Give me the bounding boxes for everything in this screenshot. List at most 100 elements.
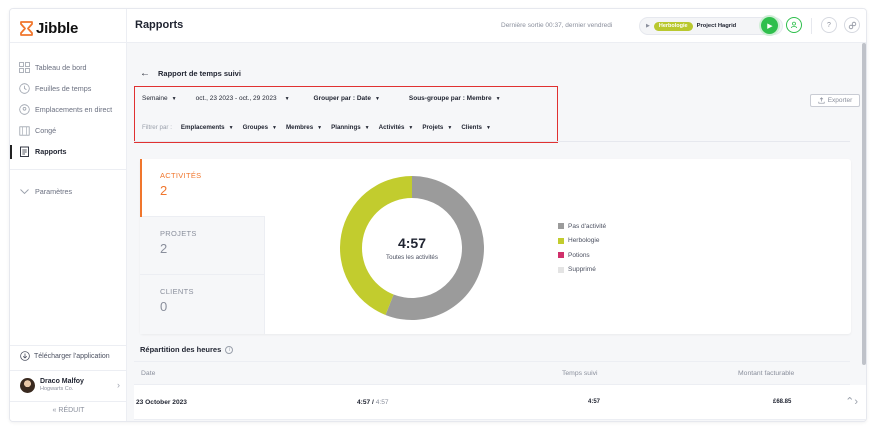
breakdown-title: Répartition des heures i — [140, 345, 234, 354]
sidebar-divider — [10, 345, 126, 346]
scrollbar[interactable] — [862, 43, 866, 365]
filter-name: Activités — [378, 124, 405, 131]
filter-groups[interactable]: Groupes ▼ — [243, 124, 277, 131]
filter-schedules[interactable]: Plannings ▼ — [331, 124, 370, 131]
legend-label: Supprimé — [568, 266, 596, 274]
sidebar-item-timesheets[interactable]: Feuilles de temps — [10, 78, 127, 98]
stat-clients[interactable]: CLIENTS 0 — [140, 275, 265, 334]
person-icon — [790, 21, 798, 29]
clock-in-member-button[interactable] — [786, 17, 802, 33]
user-org: Hogwarts Co. — [40, 386, 74, 392]
column-header-tracked: Temps suivi — [562, 370, 598, 377]
legend-label: Herbologie — [568, 237, 600, 245]
expand-row-icon[interactable]: ⌃› — [845, 395, 858, 408]
period-type-dropdown[interactable]: Semaine ▼ — [142, 95, 177, 102]
filter-members[interactable]: Membres ▼ — [286, 124, 322, 131]
sidebar-item-reports[interactable]: Rapports — [10, 142, 127, 162]
sidebar-item-leave[interactable]: Congé — [10, 121, 127, 141]
sidebar-item-label: Tableau de bord — [35, 62, 87, 72]
report-header: ← Rapport de temps suivi — [140, 68, 241, 78]
row-tracked: 4:57 — [357, 399, 371, 406]
sidebar-item-live-locations[interactable]: Emplacements en direct — [10, 99, 127, 119]
sidebar-divider — [10, 401, 126, 402]
sidebar-divider — [10, 42, 126, 43]
sidebar-item-settings[interactable]: Paramètres — [10, 181, 127, 201]
download-app-button[interactable]: Télécharger l'application — [20, 349, 110, 363]
filter-activities[interactable]: Activités ▼ — [379, 124, 414, 131]
sidebar-item-label: Congé — [35, 126, 57, 136]
top-header: Rapports Dernière sortie 00:37, dernier … — [127, 9, 866, 43]
caret-down-icon: ▼ — [171, 95, 177, 102]
caret-down-icon: ▼ — [317, 124, 323, 131]
legend-swatch — [558, 223, 564, 230]
last-clock-out-text: Dernière sortie 00:37, dernier vendredi — [501, 22, 613, 29]
row-date: 23 October 2023 — [136, 399, 187, 406]
play-small-icon: ▶ — [646, 23, 650, 29]
grouping-row: Semaine ▼ oct., 23 2023 - oct., 29 2023 ▼ … — [142, 95, 501, 102]
play-icon: ▶ — [767, 22, 773, 30]
row-tracked-time: 4:57 — [588, 399, 601, 405]
caret-down-icon: ▼ — [408, 124, 414, 131]
user-info: Draco Malfoy Hogwarts Co. — [40, 377, 84, 393]
filter-label: Filtrer par : — [142, 124, 172, 131]
project-name: Project Hagrid — [696, 23, 737, 29]
stat-projects[interactable]: PROJETS 2 — [140, 217, 265, 275]
sidebar-item-dashboard[interactable]: Tableau de bord — [10, 57, 127, 77]
question-icon: ? — [827, 21, 831, 29]
brand-logo[interactable]: Jibble — [20, 18, 78, 38]
legend-label: Pas d'activité — [568, 222, 607, 230]
caret-down-icon: ▼ — [364, 124, 370, 131]
integrations-button[interactable] — [844, 17, 860, 33]
download-app-label: Télécharger l'application — [34, 352, 110, 360]
sidebar-item-label: Emplacements en direct — [35, 104, 113, 114]
export-label: Exporter — [827, 97, 853, 104]
stat-label: CLIENTS — [160, 287, 194, 296]
donut-total-time: 4:57 — [397, 235, 427, 251]
back-arrow-icon[interactable]: ← — [140, 68, 150, 78]
filter-projects[interactable]: Projets ▼ — [422, 124, 452, 131]
donut-center: 4:57 Toutes les activités — [338, 174, 486, 322]
column-header-billable: Montant facturable — [738, 370, 795, 377]
column-header-date: Date — [141, 370, 156, 377]
legend-swatch — [558, 237, 564, 244]
avatar — [20, 377, 35, 393]
download-icon — [20, 351, 30, 361]
sidebar-item-label: Rapports — [35, 147, 67, 157]
subgroup-by-value: Sous-groupe par : Membre — [408, 95, 492, 102]
sidebar-divider — [10, 370, 126, 371]
location-pin-icon — [19, 104, 30, 115]
caret-down-icon: ▼ — [228, 124, 234, 131]
sidebar-nav: Tableau de bord Feuilles de temps Emplac… — [10, 57, 127, 163]
user-name: Draco Malfoy — [40, 378, 84, 385]
stat-value: 2 — [160, 241, 168, 256]
collapse-sidebar-button[interactable]: « RÉDUIT — [10, 405, 127, 417]
filter-locations[interactable]: Emplacements ▼ — [181, 124, 234, 131]
filter-name: Plannings — [331, 124, 361, 131]
export-button[interactable]: Exporter — [810, 94, 860, 107]
stat-activities[interactable]: ACTIVITÉS 2 — [140, 159, 265, 217]
start-timer-button[interactable]: ▶ — [761, 17, 778, 34]
table-header: Date Temps suivi Montant facturable — [134, 361, 850, 385]
info-icon[interactable]: i — [225, 345, 234, 354]
user-profile[interactable]: Draco Malfoy Hogwarts Co. › — [20, 374, 120, 396]
dashboard-icon — [19, 61, 30, 73]
subgroup-by-dropdown[interactable]: Sous-groupe par : Membre ▼ — [409, 95, 501, 102]
stat-label: PROJETS — [160, 229, 197, 238]
main-content: ← Rapport de temps suivi Semaine ▼ oct., … — [127, 43, 866, 421]
table-row[interactable]: 23 October 2023 4:57 / 4:57 4:57 £68.85 … — [134, 385, 866, 420]
sidebar-divider — [10, 169, 126, 170]
date-range-value: oct., 23 2023 - oct., 29 2023 — [195, 95, 277, 102]
legend-swatch — [558, 252, 564, 259]
row-tracked-ratio: 4:57 / 4:57 — [357, 399, 389, 406]
group-by-dropdown[interactable]: Grouper par : Date ▼ — [314, 95, 380, 102]
caret-down-icon: ▼ — [284, 95, 290, 102]
legend-item: Pas d'activité — [558, 219, 606, 234]
filter-clients[interactable]: Clients ▼ — [461, 124, 491, 131]
filter-name: Projets — [422, 124, 444, 131]
help-button[interactable]: ? — [821, 17, 837, 33]
sidebar: Jibble Tableau de bord Feuilles de temps… — [10, 9, 127, 421]
legend-item: Potions — [558, 248, 606, 263]
date-range-dropdown[interactable]: oct., 23 2023 - oct., 29 2023 ▼ — [196, 95, 290, 102]
filter-name: Clients — [461, 124, 482, 131]
legend-item: Supprimé — [558, 263, 606, 278]
